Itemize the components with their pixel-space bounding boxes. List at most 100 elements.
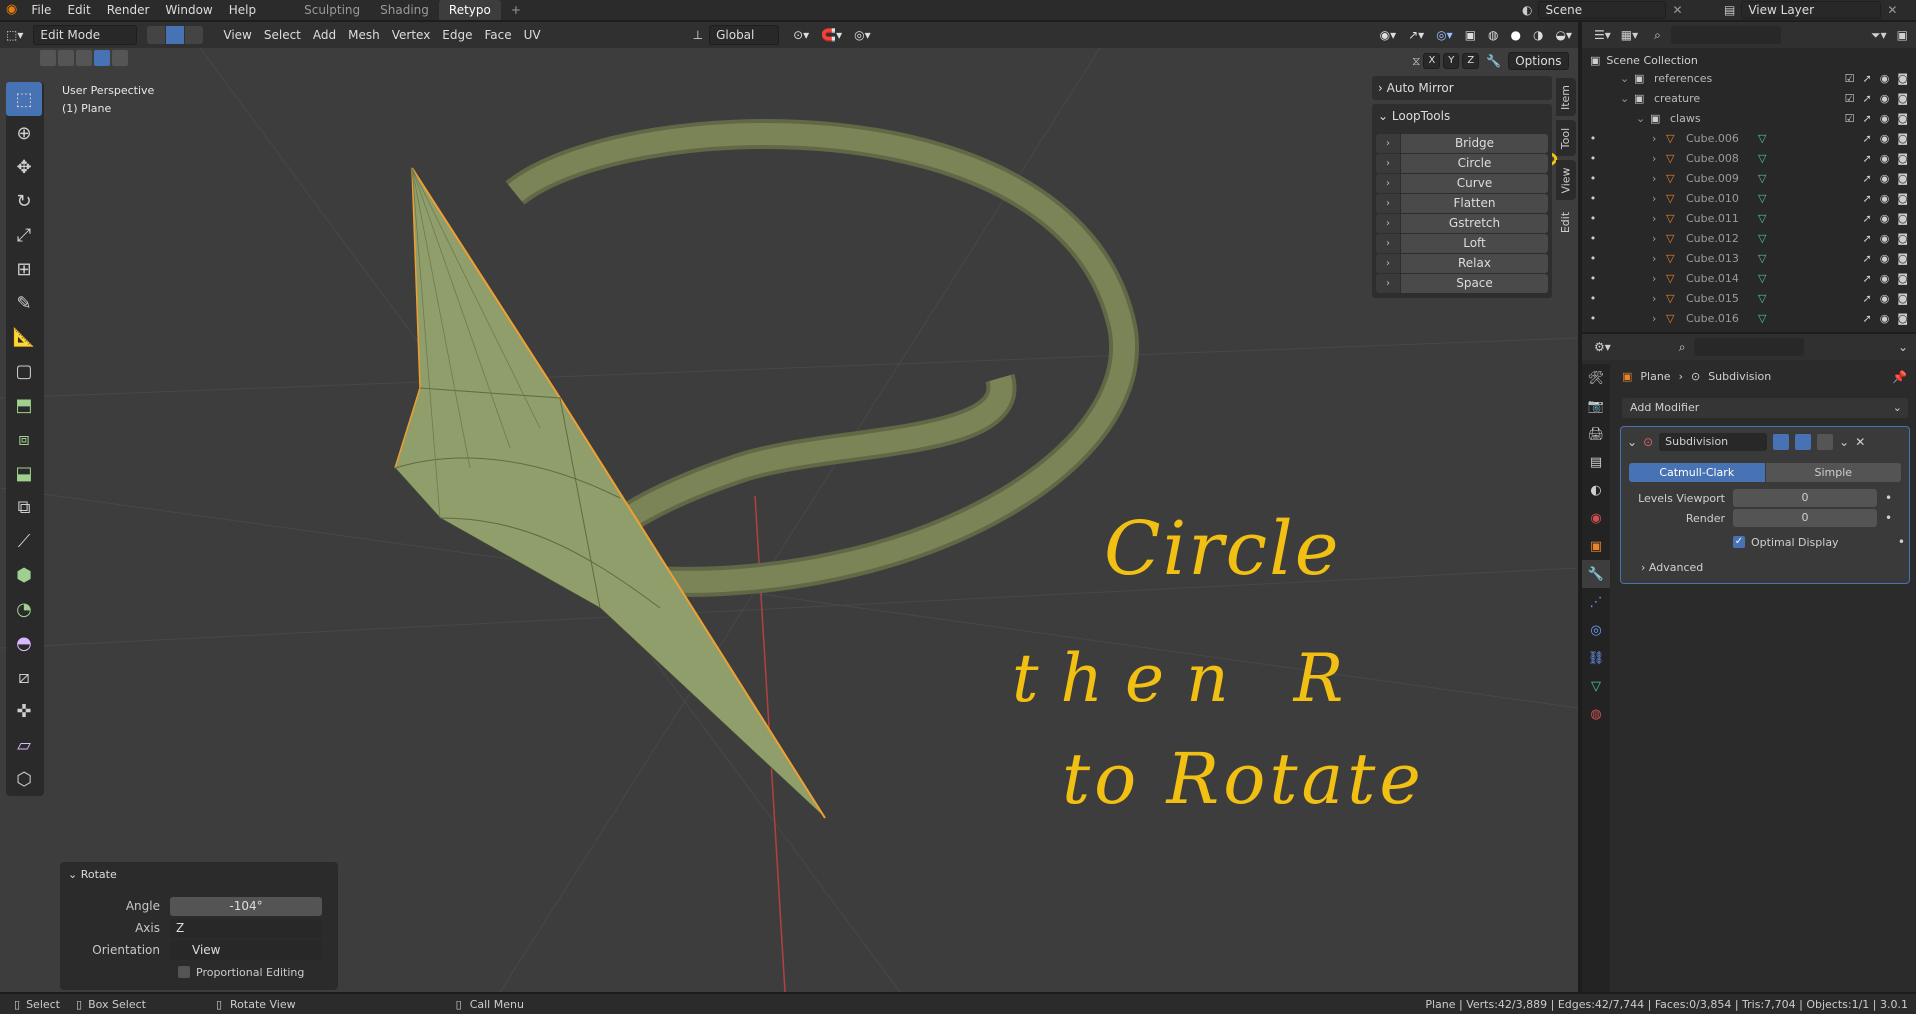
chevron-right-icon[interactable]: ›	[1652, 192, 1666, 205]
looptools-curve-button[interactable]: Curve	[1401, 174, 1548, 193]
eye-icon[interactable]: ◉	[1880, 192, 1890, 205]
chevron-right-icon[interactable]: ›	[1652, 212, 1666, 225]
eye-icon[interactable]: ◉	[1880, 92, 1890, 105]
visibility-dot-icon[interactable]: •	[1582, 232, 1604, 245]
chevron-right-icon[interactable]: ›	[1376, 134, 1400, 153]
wrench-icon[interactable]: 🔧	[1486, 54, 1501, 68]
outliner-row[interactable]: • › ▽ Cube.016 ▽ ➚ ◉ ◙	[1582, 308, 1916, 328]
material-icon[interactable]: ◍	[1582, 700, 1610, 728]
eye-icon[interactable]: ◉	[1880, 112, 1890, 125]
object-icon[interactable]: ▣	[1582, 532, 1610, 560]
transform-icon[interactable]: ⊞	[6, 252, 42, 286]
tab-item[interactable]: Item	[1556, 78, 1576, 116]
looptools-relax-button[interactable]: Relax	[1401, 254, 1548, 273]
tab-shading[interactable]: Shading	[370, 0, 439, 20]
menu-add[interactable]: Add	[307, 25, 342, 45]
menu-window[interactable]: Window	[157, 0, 220, 20]
spin-icon[interactable]: ◔	[6, 592, 42, 626]
eye-icon[interactable]: ◉	[1880, 132, 1890, 145]
extrude-icon[interactable]: ⬒	[6, 388, 42, 422]
orientation-dropdown[interactable]: View	[170, 940, 322, 960]
looptools-circle-button[interactable]: Circle	[1401, 154, 1548, 173]
looptools-flatten-button[interactable]: Flatten	[1401, 194, 1548, 213]
menu-edge[interactable]: Edge	[436, 25, 478, 45]
select-intersect-icon[interactable]	[112, 50, 128, 66]
select-arrow-icon[interactable]: ➚	[1862, 92, 1871, 105]
close-icon[interactable]: ✕	[1672, 3, 1682, 17]
chevron-right-icon[interactable]: ›	[1652, 232, 1666, 245]
visibility-dot-icon[interactable]: •	[1582, 192, 1604, 205]
select-arrow-icon[interactable]: ➚	[1862, 212, 1871, 225]
menu-edit[interactable]: Edit	[59, 0, 98, 20]
outliner-row[interactable]: • › ▽ Cube.011 ▽ ➚ ◉ ◙	[1582, 208, 1916, 228]
proportional-checkbox[interactable]	[178, 966, 190, 978]
checkbox-icon[interactable]: ☑	[1845, 112, 1855, 125]
3d-viewport[interactable]: User Perspective (1) Plane Circle then R…	[0, 48, 1578, 992]
select-arrow-icon[interactable]: ➚	[1862, 292, 1871, 305]
data-icon[interactable]: ▽	[1582, 672, 1610, 700]
visibility-dot-icon[interactable]: •	[1582, 132, 1604, 145]
outliner-row[interactable]: • › ▽ Cube.008 ▽ ➚ ◉ ◙	[1582, 148, 1916, 168]
looptools-loft-button[interactable]: Loft	[1401, 234, 1548, 253]
visibility-dot-icon[interactable]: •	[1582, 252, 1604, 265]
eye-icon[interactable]: ◉	[1880, 292, 1890, 305]
shading-wire-icon[interactable]: ◍	[1482, 25, 1504, 45]
menu-select[interactable]: Select	[258, 25, 307, 45]
view-layer-selector[interactable]: View Layer	[1741, 1, 1882, 19]
axis-dropdown[interactable]: Z	[170, 918, 322, 938]
simple-button[interactable]: Simple	[1765, 463, 1901, 482]
select-arrow-icon[interactable]: ➚	[1862, 172, 1871, 185]
mesh-data-icon[interactable]: ▽	[1758, 272, 1766, 285]
eye-icon[interactable]: ◉	[1880, 172, 1890, 185]
chevron-right-icon[interactable]: ›	[1652, 252, 1666, 265]
camera-icon[interactable]: ◙	[1897, 192, 1908, 205]
mesh-data-icon[interactable]: ▽	[1758, 152, 1766, 165]
scene-selector[interactable]: Scene	[1538, 1, 1667, 19]
mesh-data-icon[interactable]: ▽	[1758, 252, 1766, 265]
knife-icon[interactable]: ⟋	[6, 524, 42, 558]
loop-cut-icon[interactable]: ⧉	[6, 490, 42, 524]
visibility-dot-icon[interactable]: •	[1582, 292, 1604, 305]
catmull-clark-button[interactable]: Catmull-Clark	[1629, 463, 1765, 482]
poly-build-icon[interactable]: ⬢	[6, 558, 42, 592]
render-levels-field[interactable]: 0	[1733, 509, 1877, 527]
measure-icon[interactable]: 📐	[6, 320, 42, 354]
mesh-data-icon[interactable]: ▽	[1758, 192, 1766, 205]
select-arrow-icon[interactable]: ➚	[1862, 232, 1871, 245]
keyframe-dot-icon[interactable]: •	[1898, 535, 1905, 549]
outliner-row[interactable]: • › ▽ Cube.006 ▽ ➚ ◉ ◙	[1582, 128, 1916, 148]
outliner-row[interactable]: • › ▽ Cube.009 ▽ ➚ ◉ ◙	[1582, 168, 1916, 188]
chevron-down-icon[interactable]: ⌄	[1898, 340, 1908, 354]
chevron-down-icon[interactable]: ⌄	[1620, 92, 1634, 105]
chevron-right-icon[interactable]: ›	[1652, 312, 1666, 325]
chevron-right-icon[interactable]: ›	[1376, 214, 1400, 233]
looptools-header[interactable]: ⌄ LoopTools	[1372, 104, 1552, 128]
add-modifier-dropdown[interactable]: Add Modifier ⌄	[1622, 398, 1908, 418]
menu-file[interactable]: File	[23, 0, 59, 20]
filter-icon[interactable]: ⏷▾	[1871, 28, 1887, 43]
edit-mode-toggle-icon[interactable]	[1773, 434, 1790, 450]
tab-retypo[interactable]: Retypo	[438, 0, 501, 20]
tab-sculpting[interactable]: Sculpting	[294, 0, 370, 20]
eye-icon[interactable]: ◉	[1880, 252, 1890, 265]
outliner-row[interactable]: • › ▽ Cube.014 ▽ ➚ ◉ ◙	[1582, 268, 1916, 288]
menu-mesh[interactable]: Mesh	[342, 25, 386, 45]
chevron-right-icon[interactable]: ›	[1376, 174, 1400, 193]
eye-icon[interactable]: ◉	[1880, 232, 1890, 245]
select-arrow-icon[interactable]: ➚	[1862, 272, 1871, 285]
eye-icon[interactable]: ◉	[1880, 312, 1890, 325]
eye-icon[interactable]: ◉	[1880, 212, 1890, 225]
select-arrow-icon[interactable]: ➚	[1862, 152, 1871, 165]
visibility-dot-icon[interactable]: •	[1582, 152, 1604, 165]
shading-render-icon[interactable]: ◒▾	[1550, 25, 1579, 45]
outliner-row[interactable]: • › ▽ Cube.012 ▽ ➚ ◉ ◙	[1582, 228, 1916, 248]
menu-help[interactable]: Help	[221, 0, 264, 20]
shading-material-icon[interactable]: ◑	[1527, 25, 1549, 45]
tab-tool[interactable]: Tool	[1556, 120, 1576, 156]
smooth-icon[interactable]: ◓	[6, 626, 42, 660]
menu-vertex[interactable]: Vertex	[386, 25, 437, 45]
view-layer-icon[interactable]: ▤	[1724, 3, 1735, 17]
outliner-row[interactable]: • › ▽ Cube.010 ▽ ➚ ◉ ◙	[1582, 188, 1916, 208]
outliner-row[interactable]: ⌄ ▣ creature ☑ ➚ ◉ ◙	[1582, 88, 1916, 108]
rotate-icon[interactable]: ↻	[6, 184, 42, 218]
